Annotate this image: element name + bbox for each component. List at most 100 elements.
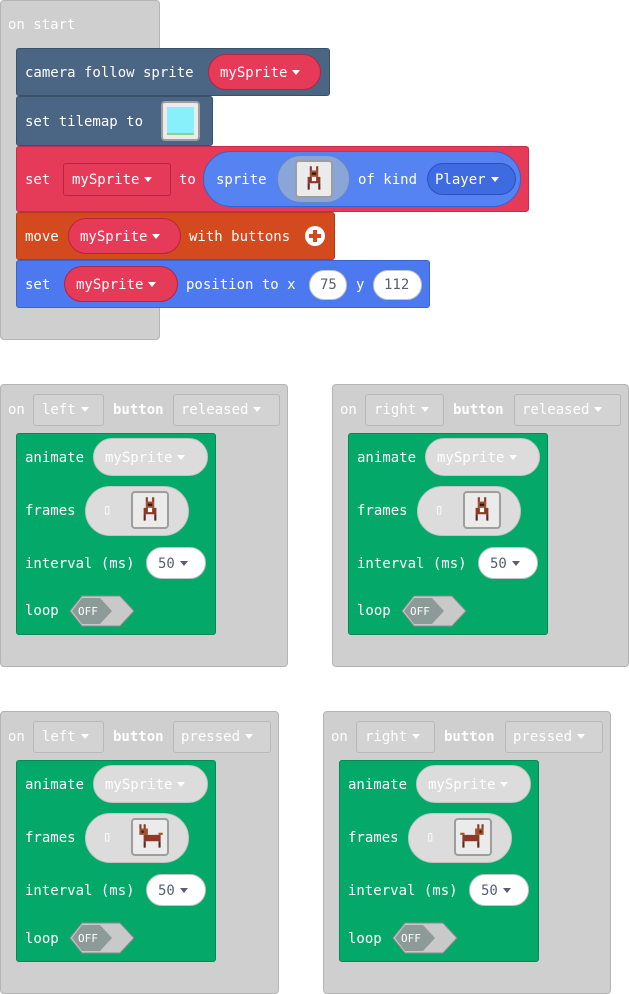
button-state-value: pressed bbox=[181, 729, 241, 745]
event-on-label: on bbox=[331, 729, 348, 745]
frame-thumbnail[interactable] bbox=[463, 491, 501, 529]
button-dir-value: right bbox=[374, 402, 417, 418]
tilemap-thumbnail[interactable] bbox=[161, 101, 200, 141]
button-state-value: pressed bbox=[513, 729, 573, 745]
interval-value: 50 bbox=[158, 556, 175, 572]
tilemap-preview-icon bbox=[167, 107, 194, 135]
set-tilemap-label: set tilemap to bbox=[25, 114, 144, 130]
animate-label: animate bbox=[357, 450, 417, 466]
button-label: button bbox=[453, 402, 504, 418]
camera-sprite-value: mySprite bbox=[220, 65, 288, 81]
chevron-down-icon bbox=[80, 407, 89, 412]
button-label: button bbox=[444, 729, 495, 745]
chevron-down-icon bbox=[511, 561, 520, 566]
event-on-label: on bbox=[8, 402, 25, 418]
move-label: move bbox=[25, 229, 59, 245]
plus-circle-icon[interactable] bbox=[305, 226, 325, 246]
animate-label: animate bbox=[25, 450, 85, 466]
chevron-down-icon bbox=[179, 561, 188, 566]
event-on-label: on bbox=[8, 729, 25, 745]
chevron-down-icon bbox=[490, 177, 499, 182]
frame-thumbnail[interactable] bbox=[131, 491, 169, 529]
interval-value: 50 bbox=[158, 883, 175, 899]
chevron-down-icon bbox=[594, 407, 603, 412]
chevron-down-icon bbox=[144, 177, 153, 182]
of-kind-label: of kind bbox=[358, 172, 418, 188]
chevron-down-icon bbox=[179, 888, 188, 893]
interval-value: 50 bbox=[481, 883, 498, 899]
loop-label: loop bbox=[25, 931, 59, 947]
loop-value: OFF bbox=[78, 605, 98, 618]
deer-front-icon bbox=[475, 497, 489, 521]
camera-follow-label: camera follow sprite bbox=[25, 65, 194, 81]
animate-label: animate bbox=[25, 777, 85, 793]
chevron-down-icon bbox=[245, 734, 254, 739]
interval-label: interval (ms) bbox=[357, 556, 467, 572]
position-to-x-label: position to x bbox=[186, 277, 296, 293]
loop-value: OFF bbox=[78, 932, 98, 945]
frames-label: frames bbox=[25, 503, 76, 519]
animate-label: animate bbox=[348, 777, 408, 793]
button-state-value: released bbox=[181, 402, 249, 418]
deer-front-icon bbox=[143, 497, 157, 521]
animate-sprite-value: mySprite bbox=[437, 450, 505, 466]
kind-value: Player bbox=[435, 172, 486, 188]
chevron-down-icon bbox=[500, 782, 509, 787]
chevron-down-icon bbox=[253, 407, 262, 412]
frames-label: frames bbox=[357, 503, 408, 519]
frames-placeholder-icon: ▯ bbox=[103, 502, 112, 518]
set-sprite-var-value: mySprite bbox=[72, 172, 140, 188]
deer-front-icon bbox=[307, 166, 321, 190]
interval-label: interval (ms) bbox=[348, 883, 458, 899]
animate-sprite-value: mySprite bbox=[105, 450, 173, 466]
loop-label: loop bbox=[348, 931, 382, 947]
button-dir-value: right bbox=[365, 729, 408, 745]
set-sprite-set-label: set bbox=[25, 172, 51, 188]
animate-sprite-value: mySprite bbox=[105, 777, 173, 793]
frames-placeholder-icon: ▯ bbox=[435, 502, 444, 518]
chevron-down-icon bbox=[177, 455, 186, 460]
chevron-down-icon bbox=[148, 282, 157, 287]
frames-placeholder-icon: ▯ bbox=[426, 829, 435, 845]
player-sprite-thumbnail[interactable] bbox=[295, 160, 333, 198]
interval-label: interval (ms) bbox=[25, 556, 135, 572]
chevron-down-icon bbox=[421, 407, 430, 412]
y-label: y bbox=[356, 277, 365, 293]
chevron-down-icon bbox=[502, 888, 511, 893]
set-position-set-label: set bbox=[25, 277, 51, 293]
frame-thumbnail[interactable] bbox=[454, 818, 492, 856]
position-sprite-value: mySprite bbox=[76, 277, 144, 293]
y-value: 112 bbox=[384, 277, 410, 293]
frame-thumbnail[interactable] bbox=[131, 818, 169, 856]
interval-label: interval (ms) bbox=[25, 883, 135, 899]
x-value: 75 bbox=[320, 277, 337, 293]
chevron-down-icon bbox=[152, 234, 161, 239]
frames-label: frames bbox=[348, 830, 399, 846]
animate-sprite-value: mySprite bbox=[428, 777, 496, 793]
chevron-down-icon bbox=[177, 782, 186, 787]
chevron-down-icon bbox=[577, 734, 586, 739]
chevron-down-icon bbox=[292, 70, 301, 75]
frames-label: frames bbox=[25, 830, 76, 846]
event-on-label: on bbox=[340, 402, 357, 418]
sprite-label: sprite bbox=[216, 172, 267, 188]
loop-label: loop bbox=[25, 603, 59, 619]
button-dir-value: left bbox=[42, 402, 76, 418]
chevron-down-icon bbox=[509, 455, 518, 460]
with-buttons-label: with buttons bbox=[189, 229, 291, 245]
on-start-label: on start bbox=[8, 17, 76, 33]
set-sprite-to-label: to bbox=[179, 172, 196, 188]
frames-placeholder-icon: ▯ bbox=[103, 829, 112, 845]
chevron-down-icon bbox=[80, 734, 89, 739]
loop-value: OFF bbox=[410, 605, 430, 618]
deer-side-icon bbox=[139, 824, 163, 848]
loop-value: OFF bbox=[401, 932, 421, 945]
button-state-value: released bbox=[522, 402, 590, 418]
move-sprite-value: mySprite bbox=[80, 229, 148, 245]
chevron-down-icon bbox=[412, 734, 421, 739]
button-dir-value: left bbox=[42, 729, 76, 745]
button-label: button bbox=[113, 402, 164, 418]
deer-side-icon bbox=[460, 824, 484, 848]
loop-label: loop bbox=[357, 603, 391, 619]
interval-value: 50 bbox=[490, 556, 507, 572]
